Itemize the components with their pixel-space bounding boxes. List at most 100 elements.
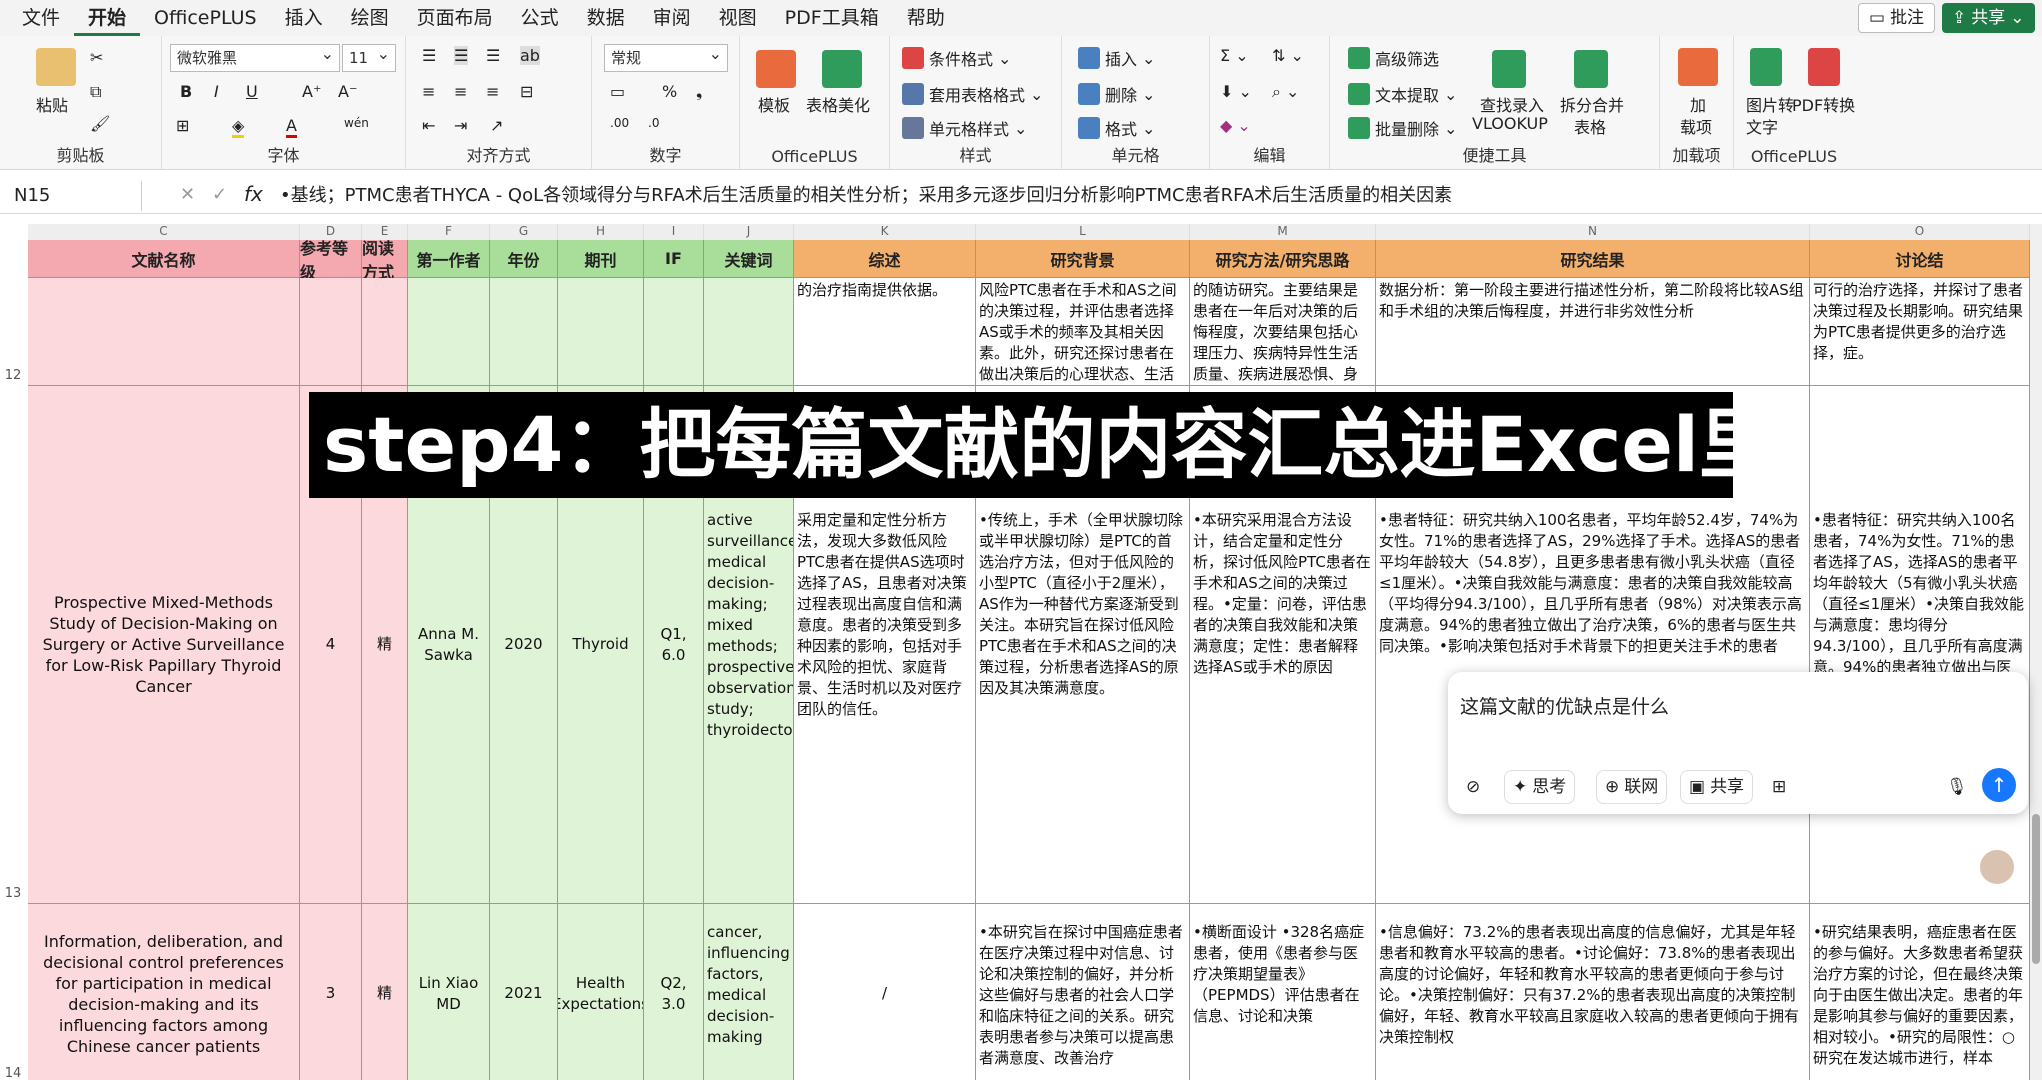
column-header-letter[interactable]: C — [28, 224, 300, 240]
font-name-select[interactable]: 微软雅黑 — [170, 41, 340, 72]
accounting-icon[interactable]: ▭ — [610, 82, 625, 101]
column-header-letter[interactable]: H — [558, 224, 644, 240]
microphone-icon[interactable]: 🎙 — [1938, 770, 1976, 804]
table-cell[interactable]: •横断面设计 •328名癌症患者，使用《患者参与医疗决策期望量表》（PEPMDS… — [1190, 904, 1376, 1080]
align-right-icon[interactable]: ≡ — [486, 82, 499, 101]
format-cells-button[interactable]: 格式 ⌄ — [1078, 116, 1155, 140]
scrollbar-thumb[interactable] — [2032, 814, 2040, 964]
function-icon[interactable]: fx — [244, 182, 263, 206]
column-header-letter[interactable]: F — [408, 224, 490, 240]
menu-item[interactable]: 开始 — [74, 0, 141, 36]
web-button[interactable]: ⊕ 联网 — [1596, 770, 1668, 804]
orientation-icon[interactable]: ↗ — [490, 116, 503, 135]
column-header[interactable]: 第一作者 — [408, 240, 490, 278]
vlookup-label-2[interactable]: VLOOKUP — [1472, 114, 1548, 133]
cell-styles-button[interactable]: 单元格样式 ⌄ — [902, 116, 1027, 140]
table-beautify-icon[interactable] — [822, 50, 862, 88]
menu-item[interactable]: 审阅 — [639, 0, 705, 36]
table-cell[interactable] — [28, 278, 300, 386]
font-size-select[interactable]: 11 — [342, 41, 396, 72]
column-header-letter[interactable]: N — [1376, 224, 1810, 240]
decrease-font-icon[interactable]: A⁻ — [338, 82, 357, 101]
underline-button[interactable]: U — [246, 82, 258, 101]
decrease-decimal-icon[interactable]: .0 — [648, 116, 659, 130]
table-cell[interactable]: 的随访研究。主要结果是患者在一年后对决策的后悔程度，次要结果包括心理压力、疾病特… — [1190, 278, 1376, 386]
comma-icon[interactable]: ❟ — [696, 82, 702, 102]
name-box[interactable]: N15 — [8, 181, 142, 211]
attach-icon[interactable]: ⊘ — [1458, 770, 1488, 804]
addins-icon[interactable] — [1678, 48, 1718, 86]
table-cell[interactable]: •本研究旨在探讨中国癌症患者在医疗决策过程中对信息、讨论和决策控制的偏好，并分析… — [976, 904, 1190, 1080]
menu-item[interactable]: PDF工具箱 — [771, 0, 893, 36]
table-cell[interactable] — [408, 278, 490, 386]
column-header-letter[interactable]: J — [704, 224, 794, 240]
align-center-icon[interactable]: ≡ — [454, 82, 467, 101]
column-header[interactable]: 研究背景 — [976, 240, 1190, 278]
template-icon[interactable] — [756, 50, 796, 88]
decrease-indent-icon[interactable]: ⇤ — [422, 116, 435, 135]
menu-item[interactable]: OfficePLUS — [140, 0, 271, 36]
border-icon[interactable]: ⊞ — [176, 116, 189, 135]
font-color-icon[interactable]: A — [286, 116, 297, 138]
paste-icon[interactable] — [36, 48, 76, 86]
align-top-icon[interactable]: ☰ — [422, 46, 436, 65]
think-button[interactable]: ✦ 思考 — [1504, 770, 1576, 804]
image-to-text-label-2[interactable]: 文字 — [1746, 114, 1778, 138]
column-header[interactable]: 年份 — [490, 240, 558, 278]
table-cell[interactable]: 精 — [362, 904, 408, 1080]
vlookup-label-1[interactable]: 查找录入 — [1480, 92, 1544, 116]
table-cell[interactable] — [704, 278, 794, 386]
menu-item[interactable]: 文件 — [0, 0, 74, 36]
column-header-letter[interactable]: O — [1810, 224, 2030, 240]
increase-decimal-icon[interactable]: .00 — [610, 116, 629, 130]
apps-icon[interactable]: ⊞ — [1764, 770, 1794, 804]
menu-item[interactable]: 视图 — [705, 0, 771, 36]
table-cell[interactable] — [362, 278, 408, 386]
table-cell[interactable] — [300, 278, 362, 386]
table-cell[interactable]: •研究结果表明，癌症患者在医的参与偏好。大多数患者希望获治疗方案的讨论，但在最终… — [1810, 904, 2030, 1080]
column-header-letter[interactable]: I — [644, 224, 704, 240]
vlookup-icon[interactable] — [1492, 50, 1526, 88]
table-cell[interactable]: / — [794, 904, 976, 1080]
split-merge-label-2[interactable]: 表格 — [1574, 114, 1606, 138]
fill-color-icon[interactable]: ◈ — [232, 116, 245, 138]
table-cell[interactable]: Q2, 3.0 — [644, 904, 704, 1080]
comment-button[interactable]: ▭ 批注 — [1858, 3, 1936, 33]
wrap-text-icon[interactable]: ab — [520, 46, 540, 65]
format-painter-icon[interactable]: 🖌 — [90, 114, 110, 133]
number-format-select[interactable]: 常规 — [604, 41, 728, 72]
menu-item[interactable]: 页面布局 — [403, 0, 507, 36]
table-cell[interactable] — [644, 278, 704, 386]
format-as-table-button[interactable]: 套用表格格式 ⌄ — [902, 82, 1043, 106]
batch-delete-button[interactable]: 批量删除 ⌄ — [1348, 116, 1457, 140]
column-header[interactable]: 关键词 — [704, 240, 794, 278]
table-cell[interactable]: 的治疗指南提供依据。 — [794, 278, 976, 386]
table-cell[interactable]: 风险PTC患者在手术和AS之间的决策过程，并评估患者选择AS或手术的频率及其相关… — [976, 278, 1190, 386]
split-merge-label-1[interactable]: 拆分合并 — [1560, 92, 1624, 116]
column-header[interactable]: 研究方法/研究思路 — [1190, 240, 1376, 278]
split-merge-icon[interactable] — [1574, 50, 1608, 88]
percent-icon[interactable]: % — [662, 82, 677, 101]
column-header[interactable]: 阅读方式 — [362, 239, 408, 282]
increase-indent-icon[interactable]: ⇥ — [454, 116, 467, 135]
menu-item[interactable]: 帮助 — [893, 0, 959, 36]
send-button[interactable]: ↑ — [1982, 768, 2016, 802]
delete-cells-button[interactable]: 删除 ⌄ — [1078, 82, 1155, 106]
paste-button[interactable]: 粘贴 — [36, 92, 68, 116]
table-cell[interactable]: Information, deliberation, and decisiona… — [28, 904, 300, 1080]
align-left-icon[interactable]: ≡ — [422, 82, 435, 101]
table-beautify-button[interactable]: 表格美化 — [806, 92, 870, 116]
confirm-icon[interactable]: ✓ — [212, 184, 227, 205]
row-number[interactable]: 14 — [0, 1066, 26, 1080]
table-cell[interactable]: Prospective Mixed-Methods Study of Decis… — [28, 386, 300, 904]
share-button[interactable]: ⇪ 共享 ⌄ — [1942, 3, 2035, 33]
autosum-icon[interactable]: Σ ⌄ — [1220, 46, 1249, 65]
row-number[interactable]: 13 — [0, 886, 26, 902]
row-number[interactable]: 12 — [0, 368, 26, 384]
pdf-convert-icon[interactable] — [1808, 48, 1840, 86]
table-cell[interactable]: 可行的治疗选择，并探讨了患者决策过程及长期影响。研究结果为PTC患者提供更多的治… — [1810, 278, 2030, 386]
menu-item[interactable]: 插入 — [271, 0, 337, 36]
table-cell[interactable]: 3 — [300, 904, 362, 1080]
column-header-letter[interactable]: L — [976, 224, 1190, 240]
addins-label-2[interactable]: 载项 — [1680, 114, 1712, 138]
